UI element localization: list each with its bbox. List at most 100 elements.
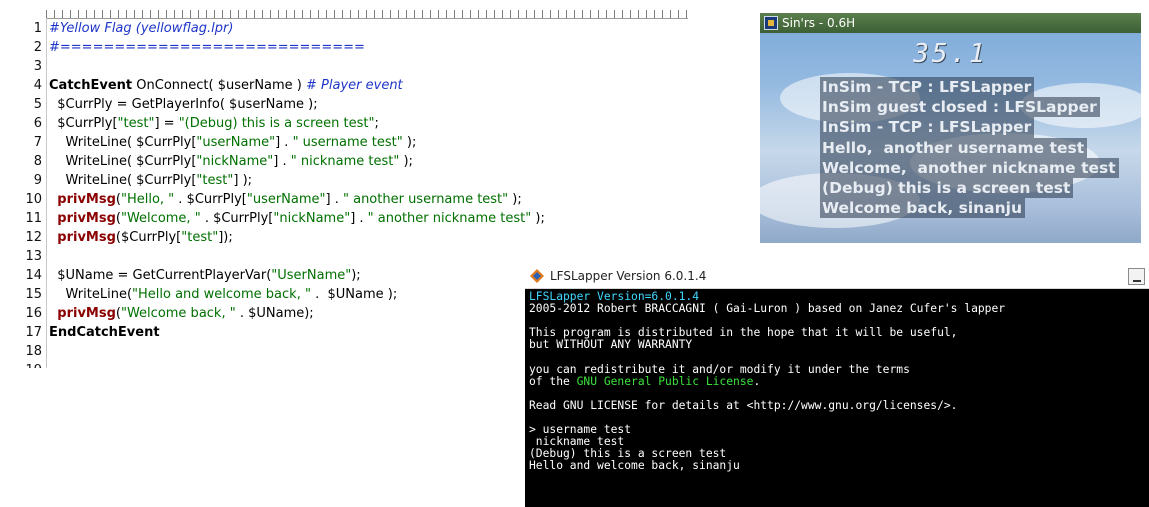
game-message: InSim guest closed : LFSLapper [820, 97, 1100, 118]
line-number: 8 [33, 154, 42, 169]
code-token: #============================ [49, 40, 365, 55]
code-text: WriteLine( $CurrPly["test"] ); [49, 171, 253, 190]
line-number: 18 [25, 344, 42, 359]
lfslapper-app-icon [530, 269, 544, 283]
line-number: 1 [33, 21, 42, 36]
code-text: CatchEvent OnConnect( $userName ) # Play… [49, 76, 403, 95]
code-line[interactable]: 10 privMsg("Hello, " . $CurrPly["userNam… [0, 190, 690, 209]
code-token: WriteLine( $CurrPly[ [49, 173, 197, 188]
code-token: "UserName" [271, 268, 352, 283]
game-message: Hello, another username test [820, 137, 1088, 158]
code-token: "Welcome, " [120, 211, 201, 226]
code-line[interactable]: 11 privMsg("Welcome, " . $CurrPly["nickN… [0, 209, 690, 228]
code-token: " nickname test" [290, 154, 400, 169]
code-line[interactable]: 12 privMsg($CurrPly["test"]); [0, 228, 690, 247]
code-text: privMsg("Hello, " . $CurrPly["userName"]… [49, 190, 522, 209]
code-token: $UName = GetCurrentPlayerVar( [49, 268, 272, 283]
console-line: 2005-2012 Robert BRACCAGNI ( Gai-Luron )… [529, 302, 1006, 316]
console-line: of the GNU General Public License. [529, 374, 1005, 388]
line-number: 10 [25, 192, 42, 207]
line-number: 4 [33, 78, 42, 93]
code-token: ] . [325, 192, 343, 207]
code-token: ); [399, 154, 413, 169]
code-token: " username test" [292, 135, 403, 150]
code-token: ] . [273, 154, 291, 169]
code-line[interactable]: 3 [0, 57, 690, 76]
code-text: privMsg($CurrPly["test"]); [49, 228, 233, 247]
line-number: 15 [25, 287, 42, 302]
code-token: OnConnect( $userName ) [132, 78, 307, 93]
console-output[interactable]: LFSLapper Version=6.0.1.4 2005-2012 Rober… [529, 290, 1006, 473]
code-token: ); [402, 135, 417, 150]
line-number: 17 [25, 325, 42, 340]
code-token: ); [351, 268, 361, 283]
line-number: 3 [33, 59, 42, 74]
console-line: Hello and welcome back, sinanju [529, 459, 740, 473]
game-message: Welcome back, sinanju [820, 198, 1026, 219]
code-token: "userName" [246, 192, 326, 207]
code-token: WriteLine( $CurrPly[ [49, 154, 197, 169]
code-token: EndCatchEvent [49, 325, 160, 340]
code-token: "nickName" [196, 154, 274, 169]
code-token: ] ); [233, 173, 253, 188]
code-text: #Yellow Flag (yellowflag.lpr) [49, 19, 233, 38]
sinrs-game-window: Sin'rs - 0.6H 35.1 InSim - TCP : LFSLapp… [760, 13, 1141, 243]
code-line[interactable]: 9 WriteLine( $CurrPly["test"] ); [0, 171, 690, 190]
line-number: 19 [0, 361, 42, 368]
code-token: ] = [154, 116, 179, 131]
code-text: EndCatchEvent [49, 323, 160, 342]
game-message: (Debug) this is a screen test [820, 178, 1074, 199]
code-token: privMsg [57, 230, 116, 245]
sinrs-titlebar[interactable]: Sin'rs - 0.6H [760, 13, 1141, 33]
code-line[interactable]: 4 CatchEvent OnConnect( $userName ) # Pla… [0, 76, 690, 95]
code-token: "Welcome back, " [120, 306, 236, 321]
line-number: 9 [33, 173, 42, 188]
line-number: 14 [25, 268, 42, 283]
code-token: "test" [196, 173, 234, 188]
code-token: ; [374, 116, 379, 131]
code-token: ); [508, 192, 522, 207]
code-token: $CurrPly[ [49, 116, 118, 131]
code-token: # Player event [306, 78, 403, 93]
code-line[interactable]: 6 $CurrPly["test"] = "(Debug) this is a … [0, 114, 690, 133]
console-text: of the [529, 374, 577, 388]
code-text: #============================ [49, 38, 365, 57]
game-message-list: InSim - TCP : LFSLapper InSim guest close… [820, 77, 1119, 219]
code-line[interactable]: 5 $CurrPly = GetPlayerInfo( $userName ); [0, 95, 690, 114]
code-token: privMsg [57, 192, 116, 207]
minimize-button[interactable] [1128, 268, 1145, 285]
line-number: 7 [33, 135, 42, 150]
code-token: CatchEvent [49, 78, 133, 93]
code-token: ); [531, 211, 545, 226]
code-token: ] . [275, 135, 293, 150]
game-message: Welcome, another nickname test [820, 157, 1119, 179]
code-token: " another nickname test" [367, 211, 532, 226]
code-token: #Yellow Flag (yellowflag.lpr) [49, 21, 234, 36]
lfslapper-titlebar[interactable]: LFSLapper Version 6.0.1.4 [525, 264, 1149, 289]
line-number: 13 [25, 249, 42, 264]
code-line[interactable]: 7 WriteLine( $CurrPly["userName"] . " us… [0, 133, 690, 152]
code-text: WriteLine("Hello and welcome back, " . $… [49, 285, 398, 304]
code-token: . $CurrPly[ [200, 211, 274, 226]
code-token: "userName" [196, 135, 276, 150]
code-text: privMsg("Welcome, " . $CurrPly["nickName… [49, 209, 545, 228]
line-number: 11 [25, 211, 42, 226]
line-number: 12 [25, 230, 42, 245]
code-token: "Hello, " [120, 192, 175, 207]
line-number: 5 [33, 97, 42, 112]
code-text: $UName = GetCurrentPlayerVar("UserName")… [49, 266, 361, 285]
code-line[interactable]: 1 #Yellow Flag (yellowflag.lpr) [0, 19, 690, 38]
lfslapper-title: LFSLapper Version 6.0.1.4 [550, 269, 707, 283]
code-token: WriteLine( [49, 287, 133, 302]
lfslapper-console-window: LFSLapper Version 6.0.1.4 LFSLapper Vers… [525, 264, 1149, 507]
lap-timer: 35.1 [913, 39, 988, 69]
column-ruler [46, 10, 688, 19]
code-token: ]); [218, 230, 233, 245]
code-text: WriteLine( $CurrPly["userName"] . " user… [49, 133, 417, 152]
code-token: ($CurrPly[ [115, 230, 182, 245]
code-token: ] . [350, 211, 368, 226]
code-line[interactable]: 2 #============================ [0, 38, 690, 57]
code-token: "test" [181, 230, 219, 245]
code-line[interactable]: 8 WriteLine( $CurrPly["nickName"] . " ni… [0, 152, 690, 171]
